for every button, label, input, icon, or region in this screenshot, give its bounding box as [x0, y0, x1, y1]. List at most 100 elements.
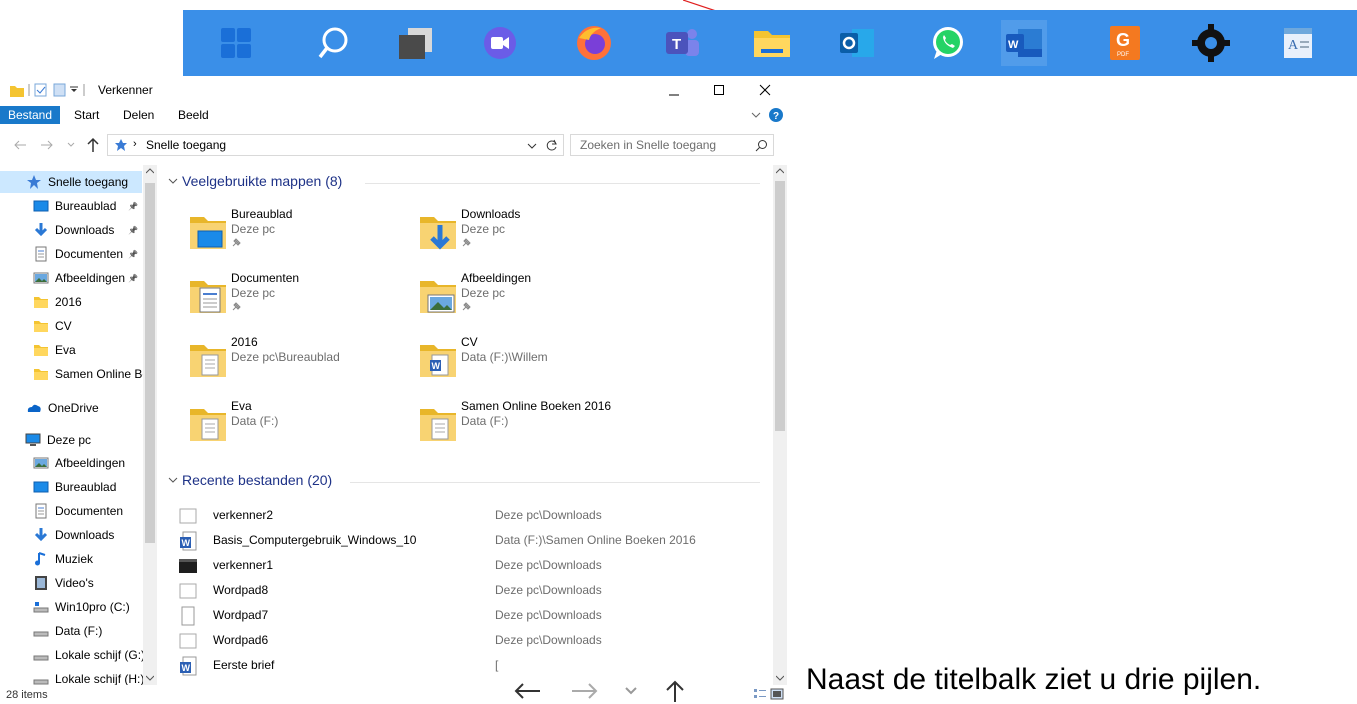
- whatsapp-icon[interactable]: [925, 20, 971, 66]
- wordpad-icon[interactable]: A: [1275, 20, 1321, 66]
- start-icon[interactable]: [213, 20, 259, 66]
- recent-file-row[interactable]: Wordpad7 Deze pc\Downloads: [178, 604, 738, 628]
- back-arrow-icon[interactable]: [13, 138, 27, 152]
- scroll-up-icon[interactable]: [776, 168, 784, 174]
- close-button[interactable]: [742, 80, 788, 100]
- nav-item-label: Bureaublad: [55, 199, 117, 213]
- sidebar-item-pc-muziek[interactable]: Muziek: [0, 548, 142, 570]
- desktop-icon: [33, 479, 49, 495]
- nav-scrollbar[interactable]: [143, 165, 157, 685]
- sidebar-item-documenten[interactable]: Documenten 📌: [0, 243, 142, 265]
- minimize-button[interactable]: [651, 80, 697, 100]
- help-icon[interactable]: ?: [768, 107, 784, 123]
- maximize-button[interactable]: [696, 80, 742, 100]
- title-bar: Verkenner: [0, 78, 790, 102]
- foxit-pdf-icon[interactable]: G PDF: [1102, 20, 1148, 66]
- scroll-down-icon[interactable]: [146, 675, 154, 681]
- folder-tile[interactable]: Samen Online Boeken 2016 Data (F:): [418, 399, 638, 459]
- address-dropdown-icon[interactable]: [527, 141, 537, 151]
- scroll-up-icon[interactable]: [146, 168, 154, 174]
- sidebar-item-samen-online-bo[interactable]: Samen Online Bo: [0, 363, 149, 385]
- tab-beeld[interactable]: Beeld: [170, 106, 217, 124]
- breadcrumb[interactable]: Snelle toegang: [146, 138, 226, 152]
- recent-file-row[interactable]: W Eerste brief [: [178, 654, 738, 678]
- address-bar[interactable]: › Snelle toegang: [107, 134, 564, 156]
- file-location: Deze pc\Downloads: [495, 583, 602, 597]
- folder-tile[interactable]: Bureaublad Deze pc: [188, 207, 408, 267]
- quick-access-toolbar[interactable]: [8, 81, 88, 99]
- refresh-icon[interactable]: [545, 138, 559, 152]
- sidebar-item-afbeeldingen[interactable]: Afbeeldingen 📌: [0, 267, 142, 289]
- sidebar-item-pc-lokale-schijf-h-[interactable]: Lokale schijf (H:): [0, 668, 144, 685]
- nav-item-label: Muziek: [55, 552, 94, 566]
- sidebar-item-pc-afbeeldingen[interactable]: Afbeeldingen: [0, 452, 142, 474]
- meet-icon[interactable]: [477, 20, 523, 66]
- teams-icon[interactable]: T: [659, 20, 705, 66]
- folder-location: Data (F:): [231, 414, 279, 428]
- pin-icon: 📌: [128, 201, 138, 211]
- word-icon[interactable]: W: [1001, 20, 1047, 66]
- tab-delen[interactable]: Delen: [115, 106, 162, 124]
- folder-name: Afbeeldingen: [461, 271, 532, 285]
- recent-file-row[interactable]: verkenner2 Deze pc\Downloads: [178, 504, 738, 528]
- recent-file-row[interactable]: W Basis_Computergebruik_Windows_10 Data (F…: [178, 529, 738, 553]
- outlook-icon[interactable]: [834, 20, 880, 66]
- sidebar-item-this-pc[interactable]: Deze pc: [0, 429, 142, 451]
- svg-text:W: W: [182, 663, 191, 673]
- tab-start[interactable]: Start: [66, 106, 107, 124]
- recent-file-row[interactable]: Wordpad8 Deze pc\Downloads: [178, 579, 738, 603]
- scroll-down-icon[interactable]: [776, 675, 784, 681]
- sidebar-item-pc-video-s[interactable]: Video's: [0, 572, 142, 594]
- recent-file-row[interactable]: Wordpad6 Deze pc\Downloads: [178, 629, 738, 653]
- details-view-icon[interactable]: [753, 688, 767, 700]
- up-arrow-icon[interactable]: [86, 137, 100, 153]
- content-scroll-thumb[interactable]: [775, 181, 785, 431]
- file-explorer-icon[interactable]: [749, 20, 795, 66]
- chevron-down-icon[interactable]: [750, 110, 762, 120]
- large-icons-view-icon[interactable]: [770, 688, 784, 700]
- sidebar-item-pc-lokale-schijf-g-[interactable]: Lokale schijf (G:): [0, 644, 145, 666]
- desktop-icon: [33, 198, 49, 214]
- sidebar-item-cv[interactable]: CV: [0, 315, 142, 337]
- search-input[interactable]: Zoeken in Snelle toegang: [570, 134, 774, 156]
- sidebar-item-quick-access[interactable]: Snelle toegang: [0, 171, 142, 193]
- sidebar-item-eva[interactable]: Eva: [0, 339, 142, 361]
- nav-item-label: 2016: [55, 295, 82, 309]
- search-icon[interactable]: [310, 20, 356, 66]
- recent-locations-icon[interactable]: [66, 140, 76, 150]
- recent-file-row[interactable]: verkenner1 Deze pc\Downloads: [178, 554, 738, 578]
- task-view-icon[interactable]: [393, 20, 439, 66]
- folder-tile[interactable]: Afbeeldingen Deze pc: [418, 271, 638, 331]
- file-name: Basis_Computergebruik_Windows_10: [213, 533, 417, 547]
- sidebar-item-onedrive[interactable]: OneDrive: [0, 397, 142, 419]
- svg-text:T: T: [672, 36, 681, 53]
- video-icon: [33, 575, 49, 591]
- folder-tile[interactable]: 2016 Deze pc\Bureaublad: [188, 335, 408, 395]
- folder-tile[interactable]: Downloads Deze pc: [418, 207, 638, 267]
- pictures-icon: [33, 455, 49, 471]
- sidebar-item-pc-downloads[interactable]: Downloads: [0, 524, 142, 546]
- tab-bestand[interactable]: Bestand: [0, 106, 61, 124]
- sidebar-item-2016[interactable]: 2016: [0, 291, 142, 313]
- sidebar-item-bureaublad[interactable]: Bureaublad 📌: [0, 195, 142, 217]
- file-location: Data (F:)\Samen Online Boeken 2016: [495, 533, 696, 547]
- folder-tile[interactable]: Eva Data (F:): [188, 399, 408, 459]
- sidebar-item-pc-win10pro-c-[interactable]: Win10pro (C:): [0, 596, 142, 618]
- nav-scroll-thumb[interactable]: [145, 183, 155, 543]
- group-header-recent[interactable]: Recente bestanden (20): [168, 472, 332, 488]
- sidebar-item-pc-documenten[interactable]: Documenten: [0, 500, 142, 522]
- music-icon: [33, 551, 49, 567]
- group-header-frequent[interactable]: Veelgebruikte mappen (8): [168, 173, 342, 189]
- folder-icon: [188, 211, 228, 251]
- sidebar-item-pc-bureaublad[interactable]: Bureaublad: [0, 476, 142, 498]
- firefox-icon[interactable]: [571, 20, 617, 66]
- content-scrollbar[interactable]: [773, 165, 787, 685]
- folder-tile[interactable]: W CV Data (F:)\Willem: [418, 335, 638, 395]
- folder-tile[interactable]: Documenten Deze pc: [188, 271, 408, 331]
- forward-arrow-icon[interactable]: [40, 138, 54, 152]
- settings-gear-icon[interactable]: [1188, 20, 1234, 66]
- folder-name: Eva: [231, 399, 252, 413]
- search-icon[interactable]: [755, 139, 768, 152]
- sidebar-item-downloads[interactable]: Downloads 📌: [0, 219, 142, 241]
- sidebar-item-pc-data-f-[interactable]: Data (F:): [0, 620, 142, 642]
